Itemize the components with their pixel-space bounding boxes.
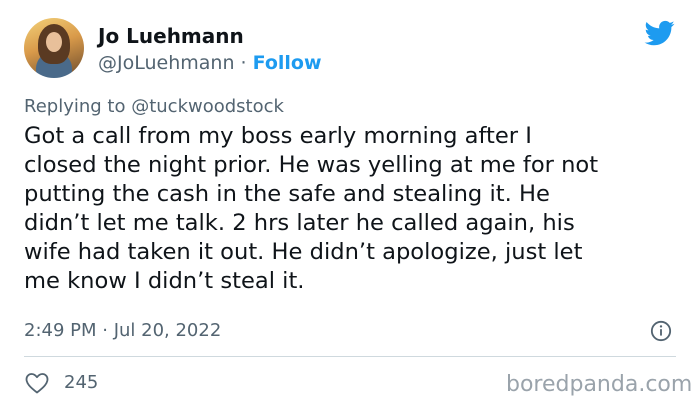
info-icon[interactable] bbox=[650, 320, 672, 342]
like-count: 245 bbox=[64, 372, 99, 393]
author-handle[interactable]: @JoLuehmann bbox=[98, 52, 235, 74]
tweet-card: Jo Luehmann @JoLuehmann · Follow Replyin… bbox=[0, 0, 700, 410]
reply-context: Replying to @tuckwoodstock bbox=[24, 96, 284, 117]
reply-mention-link[interactable]: @tuckwoodstock bbox=[131, 96, 284, 117]
author-name[interactable]: Jo Luehmann bbox=[98, 24, 244, 48]
avatar[interactable] bbox=[24, 18, 84, 78]
author-handle-row: @JoLuehmann · Follow bbox=[98, 52, 322, 74]
watermark: boredpanda.com bbox=[506, 372, 693, 397]
separator-dot: · bbox=[240, 52, 247, 74]
reply-prefix: Replying to bbox=[24, 96, 132, 117]
tweet-text: Got a call from my boss early morning af… bbox=[24, 123, 599, 294]
divider bbox=[24, 356, 676, 357]
twitter-bird-icon[interactable] bbox=[644, 18, 676, 48]
tweet-timestamp[interactable]: 2:49 PM · Jul 20, 2022 bbox=[24, 320, 221, 341]
avatar-face bbox=[46, 32, 62, 52]
follow-button[interactable]: Follow bbox=[253, 52, 322, 74]
heart-icon[interactable] bbox=[25, 372, 49, 394]
